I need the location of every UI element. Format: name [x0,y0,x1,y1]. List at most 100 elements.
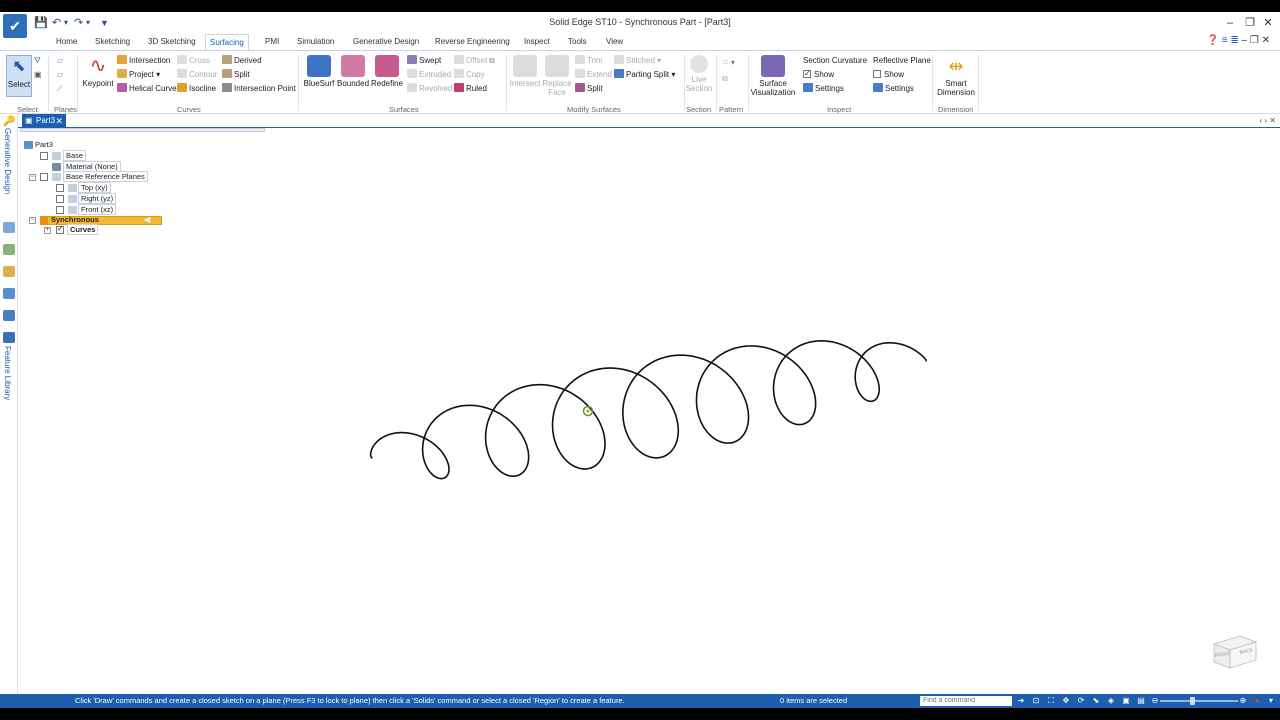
sketch-view-icon[interactable]: ▤ [1136,696,1146,706]
pattern-icon[interactable]: ⁙ ▾ [722,57,735,68]
zoom-area-icon[interactable]: ⊡ [1031,696,1041,706]
intersection-button[interactable]: Intersection [117,55,170,66]
right-plane-checkbox[interactable] [56,195,64,203]
keypoint-button[interactable]: ∿ Keypoint [80,55,116,88]
reflective-plane-show-checkbox[interactable] [873,70,881,78]
front-plane-checkbox[interactable] [56,206,64,214]
shading-icon[interactable]: ▣ [1121,696,1131,706]
extruded-button[interactable]: Extruded [407,69,451,80]
extend-button[interactable]: Extend [575,69,612,80]
layout-icon[interactable]: ≡ [1222,35,1228,46]
swept-button[interactable]: Swept [407,55,441,66]
replace-face-button[interactable]: Replace Face [541,55,573,97]
help-icon[interactable]: ❓ [1207,35,1219,46]
tab-3d-sketching[interactable]: 3D Sketching [144,34,200,50]
surface-visualization-button[interactable]: Surface Visualization [750,55,796,97]
close-button[interactable]: ✕ [1258,15,1278,31]
tab-pmi[interactable]: PMI [261,34,283,50]
tab-view[interactable]: View [602,34,627,50]
mirror-icon[interactable]: ⧉ [722,73,728,84]
section-curvature-show-toggle[interactable]: Show [803,68,834,80]
section-curvature-settings-button[interactable]: Settings [803,83,844,94]
family-of-parts-icon[interactable] [3,310,15,321]
intersect-button[interactable]: Intersect [509,55,541,88]
tab-inspect[interactable]: Inspect [520,34,554,50]
parting-split-button[interactable]: Parting Split ▾ [614,69,675,80]
live-section-button[interactable]: Live Section [684,55,714,93]
generative-design-tab[interactable]: Generative Design [3,128,12,194]
status-menu-icon[interactable]: ▾ [1266,696,1276,706]
revolved-button[interactable]: Revolved [407,83,452,94]
ribbon-minimize-icon[interactable]: – ❐ ✕ [1242,35,1270,46]
collapse-base-planes-icon[interactable]: − [29,174,36,181]
cross-button[interactable]: Cross [177,55,210,66]
tab-simulation[interactable]: Simulation [293,34,338,50]
zoom-slider-track[interactable] [1160,700,1238,702]
smart-dimension-button[interactable]: ⇹ Smart Dimension [936,55,976,97]
pathfinder-icon[interactable] [3,222,15,233]
tree-node-curves[interactable]: Curves [67,224,99,235]
top-plane-checkbox[interactable] [56,184,64,192]
redefine-button[interactable]: Redefine [370,55,404,88]
tab-tools[interactable]: Tools [564,34,591,50]
base-planes-checkbox[interactable] [40,173,48,181]
reflective-plane-settings-button[interactable]: Settings [873,83,914,94]
tab-generative-design[interactable]: Generative Design [349,34,423,50]
base-checkbox[interactable] [40,152,48,160]
contour-button[interactable]: Contour [177,69,217,80]
tab-home[interactable]: Home [52,34,81,50]
zoom-slider-thumb[interactable] [1190,697,1195,705]
curves-checkbox[interactable] [56,224,64,234]
section-curvature-show-checkbox[interactable] [803,68,811,79]
tab-surfacing[interactable]: Surfacing [205,34,249,51]
reflective-plane-show-toggle[interactable]: Show [873,69,904,80]
split-curve-button[interactable]: Split [222,69,250,80]
bluesurf-button[interactable]: BlueSurf [302,55,336,88]
project-button[interactable]: Project ▾ [117,69,160,80]
expand-curves-icon[interactable]: + [44,227,51,234]
view-orientation-icon[interactable]: ⬊ [1091,696,1101,706]
select-button[interactable]: ⬉ Select [6,55,32,97]
tree-node-front-plane[interactable]: Front (xz) [78,204,117,215]
maximize-button[interactable]: ❐ [1240,15,1260,31]
document-tab-close-icon[interactable]: ✕ [55,114,63,128]
selection-filter-icon[interactable]: ⛛ [34,55,41,66]
helical-curve-button[interactable]: Helical Curve [117,83,177,94]
copy-button[interactable]: Copy [454,69,485,80]
feature-library-tab[interactable]: Feature Library [3,346,12,400]
split-surface-button[interactable]: Split [575,83,603,94]
collapse-synchronous-icon[interactable]: − [29,217,36,224]
document-tab-part3[interactable]: ▣ Part3 ✕ [22,114,66,128]
pathfinder-resize-bar[interactable] [20,128,265,132]
bounded-button[interactable]: Bounded [336,55,370,88]
view-style-icon[interactable]: ◈ [1106,696,1116,706]
select-tools-icon[interactable]: ▣ [34,69,42,80]
intersection-point-button[interactable]: Intersection Point [222,83,296,94]
offset-button[interactable]: Offset [454,55,487,66]
command-finder-input[interactable] [920,696,1012,706]
parallel-plane-icon[interactable]: ▱ [57,69,63,80]
pan-icon[interactable]: ✥ [1061,696,1071,706]
surfaces-more-icon[interactable]: ⧉ [489,55,495,66]
color-manager-icon[interactable] [3,266,15,277]
view-cube[interactable]: RIGHT BACK [1210,630,1262,670]
rotate-icon[interactable]: ⟳ [1076,696,1086,706]
tab-reverse-engineering[interactable]: Reverse Engineering [431,34,514,50]
trim-button[interactable]: Trim [575,55,603,66]
zoom-in-icon[interactable]: ⊕ [1238,696,1248,706]
feature-library-icon[interactable] [3,332,15,343]
layers-icon[interactable] [3,244,15,255]
document-nav-icons[interactable]: ‹ › ✕ [1260,114,1276,128]
zoom-out-icon[interactable]: ⊖ [1150,696,1160,706]
stop-icon[interactable]: ● [1252,696,1262,706]
derived-button[interactable]: Derived [222,55,262,66]
generative-design-icon[interactable]: 🔑 [3,116,15,127]
ruled-button[interactable]: Ruled [454,83,487,94]
minimize-button[interactable]: – [1220,15,1240,31]
fit-icon[interactable]: ⛶ [1046,696,1056,706]
options-icon[interactable]: ≣ [1230,35,1238,46]
sensors-icon[interactable] [3,288,15,299]
tree-node-base[interactable]: Base [63,150,87,161]
tree-node-part3[interactable]: Part3 [35,140,53,150]
angled-plane-icon[interactable]: ⟋ [57,83,63,94]
